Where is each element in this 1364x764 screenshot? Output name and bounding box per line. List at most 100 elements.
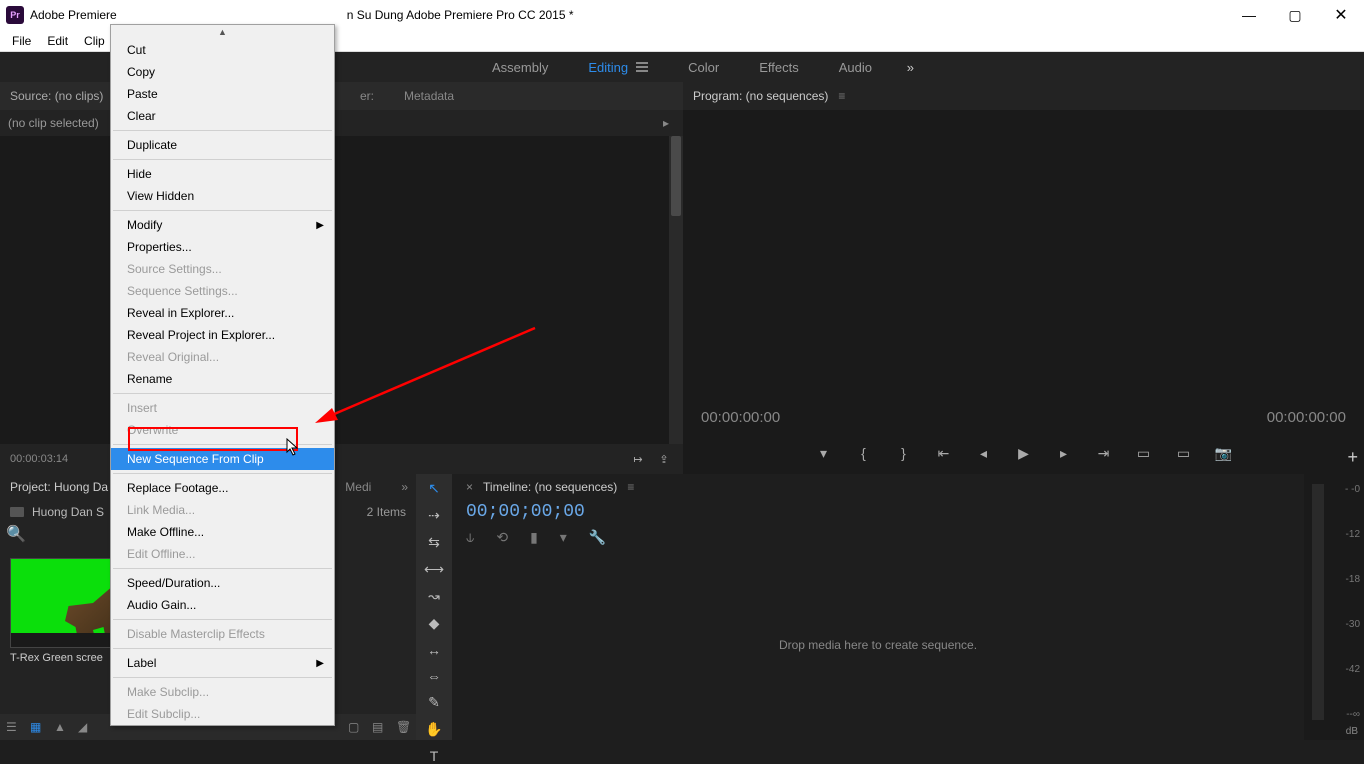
- ws-audio[interactable]: Audio: [839, 60, 872, 75]
- chevron-right-icon[interactable]: ▸: [663, 116, 669, 130]
- ctx-edit-subclip: Edit Subclip...: [111, 703, 334, 725]
- panel-overflow-icon[interactable]: »: [401, 480, 408, 494]
- audio-meter: - -0 -12 -18 -30 -42 --∞ dB: [1304, 474, 1364, 740]
- item-count: 2 Items: [367, 505, 406, 519]
- ctx-clear[interactable]: Clear: [111, 105, 334, 127]
- program-panel-tab[interactable]: Program: (no sequences)≡: [683, 82, 1364, 110]
- insert-icon[interactable]: ↦: [629, 450, 647, 468]
- ctx-replace-footage[interactable]: Replace Footage...: [111, 477, 334, 499]
- ctx-new-sequence-from-clip[interactable]: New Sequence From Clip: [111, 448, 334, 470]
- ws-effects[interactable]: Effects: [759, 60, 799, 75]
- project-tab[interactable]: Project: Huong Da: [10, 480, 108, 494]
- slip-tool[interactable]: ↔: [423, 642, 445, 658]
- minimize-button[interactable]: —: [1226, 0, 1272, 30]
- new-bin-icon[interactable]: ▢: [348, 720, 362, 734]
- maximize-button[interactable]: ▢: [1272, 0, 1318, 30]
- ctx-disable-masterclip-effects: Disable Masterclip Effects: [111, 623, 334, 645]
- settings-icon[interactable]: ▾: [560, 529, 567, 546]
- ctx-properties[interactable]: Properties...: [111, 236, 334, 258]
- new-item-icon[interactable]: ▤: [372, 720, 386, 734]
- razor-tool[interactable]: ◆: [423, 615, 445, 632]
- premiere-icon: Pr: [6, 6, 24, 24]
- clear-icon[interactable]: 🗑: [396, 720, 410, 734]
- effect-controls-tab[interactable]: er:: [360, 89, 374, 103]
- ctx-paste[interactable]: Paste: [111, 83, 334, 105]
- mark-in-icon[interactable]: ▾: [815, 444, 833, 462]
- clip-name: T-Rex Green scree: [10, 652, 103, 664]
- ctx-speed-duration[interactable]: Speed/Duration...: [111, 572, 334, 594]
- ctx-link-media: Link Media...: [111, 499, 334, 521]
- project-path: Huong Dan S: [32, 505, 104, 519]
- search-icon[interactable]: 🔍: [6, 524, 24, 542]
- ctx-rename[interactable]: Rename: [111, 368, 334, 390]
- menu-clip[interactable]: Clip: [76, 34, 113, 48]
- ctx-audio-gain[interactable]: Audio Gain...: [111, 594, 334, 616]
- icon-view-icon[interactable]: ▦: [30, 720, 44, 734]
- extract-icon[interactable]: ▭: [1175, 444, 1193, 462]
- ctx-copy[interactable]: Copy: [111, 61, 334, 83]
- add-button[interactable]: +: [1347, 447, 1358, 468]
- go-to-in-icon[interactable]: ⇤: [935, 444, 953, 462]
- ctx-sequence-settings: Sequence Settings...: [111, 280, 334, 302]
- ctx-hide[interactable]: Hide: [111, 163, 334, 185]
- mark-out-button[interactable]: }: [895, 444, 913, 462]
- timeline-tab[interactable]: Timeline: (no sequences): [483, 480, 617, 494]
- ctx-insert: Insert: [111, 397, 334, 419]
- mark-in-button[interactable]: {: [855, 444, 873, 462]
- submenu-arrow-icon: ▶: [316, 658, 324, 669]
- ctx-make-subclip: Make Subclip...: [111, 681, 334, 703]
- export-frame-icon[interactable]: ⇪: [655, 450, 673, 468]
- list-view-icon[interactable]: ☰: [6, 720, 20, 734]
- ws-editing[interactable]: Editing: [588, 60, 648, 75]
- ctx-view-hidden[interactable]: View Hidden: [111, 185, 334, 207]
- menu-edit[interactable]: Edit: [39, 34, 76, 48]
- menu-file[interactable]: File: [4, 34, 39, 48]
- export-frame-icon[interactable]: 📷: [1215, 444, 1233, 462]
- sort-icon[interactable]: ◢: [78, 720, 92, 734]
- marker-icon[interactable]: ▮: [530, 529, 538, 546]
- step-fwd-icon[interactable]: ▸: [1055, 444, 1073, 462]
- lift-icon[interactable]: ▭: [1135, 444, 1153, 462]
- ws-color[interactable]: Color: [688, 60, 719, 75]
- bin-icon: [10, 507, 24, 517]
- rate-tool[interactable]: ↝: [423, 588, 445, 605]
- freeform-icon[interactable]: ▲: [54, 720, 68, 734]
- linked-icon[interactable]: ⟲: [496, 529, 508, 546]
- timeline-timecode: 00;00;00;00: [452, 500, 1304, 524]
- scroll-up-icon[interactable]: ▲: [111, 25, 334, 39]
- program-monitor: 00:00:00:0000:00:00:00 ▾ { } ⇤ ◂ ▶ ▸ ⇥ ▭…: [683, 110, 1364, 474]
- ctx-reveal-in-explorer[interactable]: Reveal in Explorer...: [111, 302, 334, 324]
- ripple-tool[interactable]: ⇆: [423, 534, 445, 551]
- context-menu: ▲ CutCopyPasteClear Duplicate HideView Hid…: [110, 24, 335, 726]
- source-scrollbar[interactable]: [669, 136, 683, 444]
- go-to-out-icon[interactable]: ⇥: [1095, 444, 1113, 462]
- snap-icon[interactable]: ⫝: [466, 529, 474, 546]
- wrench-icon[interactable]: 🔧: [589, 529, 606, 546]
- hand-tool[interactable]: ✋: [423, 721, 445, 738]
- ctx-duplicate[interactable]: Duplicate: [111, 134, 334, 156]
- selection-tool[interactable]: ↖: [423, 480, 445, 497]
- ws-overflow[interactable]: »: [907, 60, 914, 75]
- ctx-cut[interactable]: Cut: [111, 39, 334, 61]
- title-right: n Su Dung Adobe Premiere Pro CC 2015 *: [347, 8, 574, 22]
- play-icon[interactable]: ▶: [1015, 444, 1033, 462]
- ctx-reveal-original: Reveal Original...: [111, 346, 334, 368]
- media-browser-tab[interactable]: Medi: [345, 480, 371, 494]
- metadata-tab[interactable]: Metadata: [404, 89, 454, 103]
- ctx-make-offline[interactable]: Make Offline...: [111, 521, 334, 543]
- step-back-icon[interactable]: ◂: [975, 444, 993, 462]
- meter-unit: dB: [1346, 726, 1358, 737]
- source-timecode: 00:00:03:14: [10, 453, 68, 465]
- program-transport: ▾ { } ⇤ ◂ ▶ ▸ ⇥ ▭ ▭ 📷: [683, 438, 1364, 468]
- ws-assembly[interactable]: Assembly: [492, 60, 548, 75]
- rolling-tool[interactable]: ⟷: [423, 561, 445, 578]
- ctx-reveal-project-in-explorer[interactable]: Reveal Project in Explorer...: [111, 324, 334, 346]
- ctx-modify[interactable]: Modify▶: [111, 214, 334, 236]
- track-select-tool[interactable]: ⇢: [423, 507, 445, 524]
- slide-tool[interactable]: ⇔: [423, 668, 445, 684]
- timeline-drop-zone[interactable]: Drop media here to create sequence.: [452, 550, 1304, 740]
- ctx-label[interactable]: Label▶: [111, 652, 334, 674]
- type-tool[interactable]: T: [423, 748, 445, 764]
- close-button[interactable]: ✕: [1318, 0, 1364, 30]
- pen-tool[interactable]: ✎: [423, 694, 445, 711]
